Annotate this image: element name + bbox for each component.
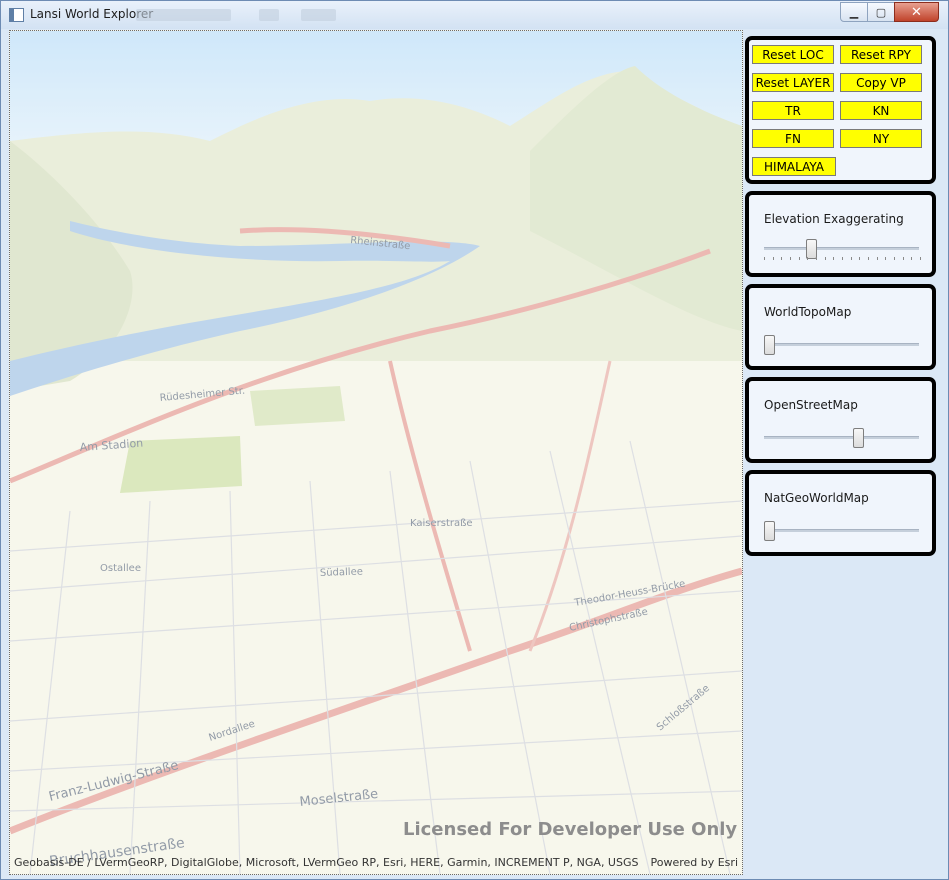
worldtopomap-label: WorldTopoMap xyxy=(764,305,852,319)
elevation-slider-ticks xyxy=(764,257,921,261)
worldtopomap-slider-thumb[interactable] xyxy=(764,335,775,355)
openstreetmap-panel: OpenStreetMap xyxy=(745,377,936,463)
blurred-background-text xyxy=(301,9,336,21)
reset-rpy-button[interactable]: Reset RPY xyxy=(840,45,922,64)
map-terrain-graphic: Rheinstraße Am Stadion Rüdesheimer Str. … xyxy=(10,31,742,874)
natgeoworldmap-label: NatGeoWorldMap xyxy=(764,491,869,505)
worldtopomap-panel: WorldTopoMap xyxy=(745,284,936,370)
natgeoworldmap-slider-track[interactable] xyxy=(764,529,919,532)
quick-actions-panel: Reset LOC Reset RPY Reset LAYER Copy VP … xyxy=(745,36,936,184)
openstreetmap-slider-track[interactable] xyxy=(764,436,919,439)
blurred-background-text xyxy=(136,9,231,21)
ny-button[interactable]: NY xyxy=(840,129,922,148)
map-attribution: Geobasis-DE / LVermGeoRP, DigitalGlobe, … xyxy=(14,856,639,869)
natgeoworldmap-panel: NatGeoWorldMap xyxy=(745,470,936,556)
elevation-slider-track[interactable] xyxy=(764,247,919,250)
openstreetmap-label: OpenStreetMap xyxy=(764,398,858,412)
himalaya-button[interactable]: HIMALAYA xyxy=(752,157,836,176)
elevation-slider-thumb[interactable] xyxy=(805,239,817,259)
elevation-label: Elevation Exaggerating xyxy=(764,212,904,226)
close-icon[interactable]: ✕ xyxy=(894,2,939,22)
title-bar[interactable]: Lansi World Explorer ▁ ▢ ✕ xyxy=(1,1,948,29)
blurred-background-text xyxy=(259,9,279,21)
map-3d-view[interactable]: Rheinstraße Am Stadion Rüdesheimer Str. … xyxy=(9,30,743,875)
kn-button[interactable]: KN xyxy=(840,101,922,120)
openstreetmap-slider-thumb[interactable] xyxy=(853,428,865,448)
elevation-panel: Elevation Exaggerating xyxy=(745,191,936,277)
maximize-icon[interactable]: ▢ xyxy=(867,2,895,22)
app-window: Lansi World Explorer ▁ ▢ ✕ Rheinstraße A… xyxy=(0,0,949,880)
powered-by-esri: Powered by Esri xyxy=(650,856,738,869)
worldtopomap-slider-track[interactable] xyxy=(764,343,919,346)
reset-layer-button[interactable]: Reset LAYER xyxy=(752,73,834,92)
minimize-icon[interactable]: ▁ xyxy=(840,2,868,22)
tr-button[interactable]: TR xyxy=(752,101,834,120)
reset-loc-button[interactable]: Reset LOC xyxy=(752,45,834,64)
license-watermark: Licensed For Developer Use Only xyxy=(403,819,738,840)
copy-vp-button[interactable]: Copy VP xyxy=(840,73,922,92)
natgeoworldmap-slider-thumb[interactable] xyxy=(764,521,775,541)
app-icon xyxy=(9,8,24,22)
fn-button[interactable]: FN xyxy=(752,129,834,148)
window-title: Lansi World Explorer xyxy=(30,7,154,21)
